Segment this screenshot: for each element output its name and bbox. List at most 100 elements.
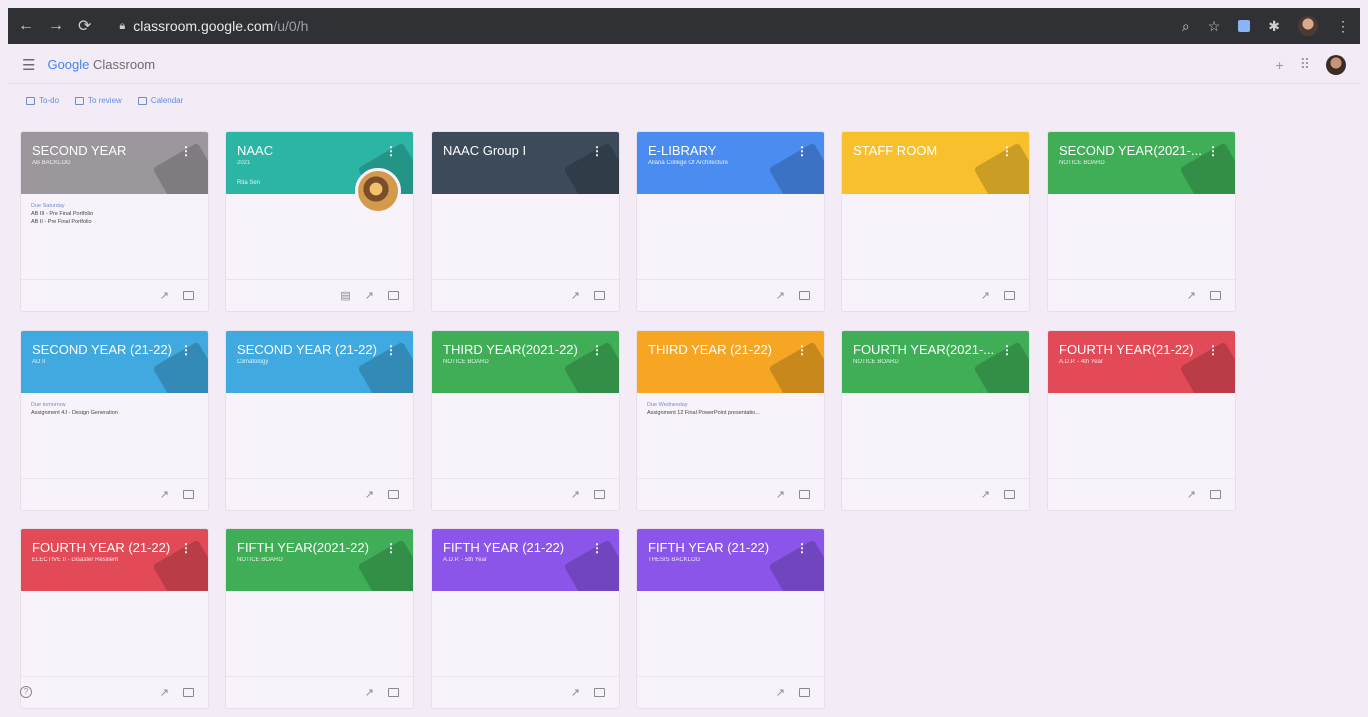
gradebook-trend-icon[interactable]: ↗ [160,289,169,302]
extension-icon[interactable] [1238,20,1251,32]
folder-icon[interactable] [388,490,399,499]
puzzle-extensions-icon[interactable]: ✱ [1268,18,1280,35]
folder-icon[interactable] [183,490,194,499]
class-title[interactable]: FOURTH YEAR (21-22) [32,540,182,555]
gradebook-trend-icon[interactable]: ↗ [365,488,374,501]
card-options-icon[interactable]: ⋮ [1207,144,1219,158]
class-title[interactable]: THIRD YEAR (21-22) [648,342,798,357]
gradebook-trend-icon[interactable]: ↗ [571,686,580,699]
class-title[interactable]: SECOND YEAR [32,143,182,158]
card-options-icon[interactable]: ⋮ [591,541,603,555]
class-title[interactable]: FIFTH YEAR(2021-22) [237,540,387,555]
card-options-icon[interactable]: ⋮ [385,144,397,158]
card-options-icon[interactable]: ⋮ [591,343,603,357]
class-title[interactable]: FOURTH YEAR(21-22) [1059,342,1209,357]
gradebook-trend-icon[interactable]: ↗ [160,488,169,501]
class-card-header[interactable]: THIRD YEAR(2021-22) NOTICE BOARD ⋮ [432,331,619,393]
folder-icon[interactable] [1210,291,1221,300]
folder-icon[interactable] [388,688,399,697]
folder-icon[interactable] [183,291,194,300]
class-card[interactable]: FIFTH YEAR (21-22) THESIS BACKLOG ⋮ ↗ [636,528,825,709]
gradebook-trend-icon[interactable]: ↗ [981,488,990,501]
folder-icon[interactable] [594,688,605,697]
card-options-icon[interactable]: ⋮ [1207,343,1219,357]
class-title[interactable]: SECOND YEAR (21-22) [32,342,182,357]
browser-profile-avatar[interactable] [1298,16,1318,36]
gradebook-trend-icon[interactable]: ↗ [160,686,169,699]
address-bar[interactable]: classroom.google.com/u/0/h [133,18,308,34]
class-title[interactable]: SECOND YEAR(2021-... [1059,143,1209,158]
card-options-icon[interactable]: ⋮ [796,343,808,357]
gradebook-trend-icon[interactable]: ↗ [365,289,374,302]
class-card-header[interactable]: FOURTH YEAR(2021-... NOTICE BOARD ⋮ [842,331,1029,393]
folder-icon[interactable] [594,490,605,499]
class-card[interactable]: FIFTH YEAR(2021-22) NOTICE BOARD ⋮ ↗ [225,528,414,709]
class-card[interactable]: STAFF ROOM ⋮ ↗ [841,131,1030,312]
back-icon[interactable]: ← [18,17,34,35]
help-icon[interactable]: ? [20,686,32,698]
card-options-icon[interactable]: ⋮ [591,144,603,158]
class-title[interactable]: FIFTH YEAR (21-22) [443,540,593,555]
class-card-header[interactable]: SECOND YEAR AB BACKLOG ⋮ [21,132,208,194]
class-title[interactable]: THIRD YEAR(2021-22) [443,342,593,357]
class-card[interactable]: FOURTH YEAR(21-22) A.D.P. - 4th Year ⋮ ↗ [1047,330,1236,511]
class-card[interactable]: SECOND YEAR (21-22) Climatology ⋮ ↗ [225,330,414,511]
card-options-icon[interactable]: ⋮ [385,541,397,555]
assignment-link[interactable]: AB III - Pre Final Portfolio [31,210,201,218]
assignment-link[interactable]: AB II - Pre Final Portfolio [31,218,201,226]
bookmark-star-icon[interactable]: ☆ [1208,18,1221,35]
class-card[interactable]: FIFTH YEAR (21-22) A.D.P. - 5th Year ⋮ ↗ [431,528,620,709]
class-title[interactable]: STAFF ROOM [853,143,1003,158]
class-card[interactable]: FOURTH YEAR (21-22) ELECTIVE II - Disaste… [20,528,209,709]
class-card[interactable]: SECOND YEAR AB BACKLOG ⋮ Due Saturday AB III… [20,131,209,312]
folder-icon[interactable] [388,291,399,300]
card-options-icon[interactable]: ⋮ [796,144,808,158]
class-card-header[interactable]: THIRD YEAR (21-22) ⋮ [637,331,824,393]
gradebook-trend-icon[interactable]: ↗ [981,289,990,302]
assignment-icon[interactable]: ▤ [340,289,350,302]
gradebook-trend-icon[interactable]: ↗ [776,686,785,699]
calendar-link[interactable]: Calendar [137,96,183,105]
class-card-header[interactable]: FIFTH YEAR (21-22) THESIS BACKLOG ⋮ [637,529,824,591]
class-card[interactable]: E-LIBRARY Allana College Of Architecture ⋮… [636,131,825,312]
account-avatar[interactable] [1326,54,1346,75]
class-card-header[interactable]: E-LIBRARY Allana College Of Architecture ⋮ [637,132,824,194]
card-options-icon[interactable]: ⋮ [796,541,808,555]
class-title[interactable]: FOURTH YEAR(2021-... [853,342,1003,357]
class-card-header[interactable]: SECOND YEAR (21-22) Climatology ⋮ [226,331,413,393]
class-card-header[interactable]: SECOND YEAR (21-22) AD II ⋮ [21,331,208,393]
hamburger-menu-icon[interactable]: ☰ [22,56,35,74]
folder-icon[interactable] [1004,291,1015,300]
gradebook-trend-icon[interactable]: ↗ [571,289,580,302]
classroom-logo[interactable]: Google Classroom [47,57,155,72]
class-card[interactable]: SECOND YEAR(2021-... NOTICE BOARD ⋮ ↗ [1047,131,1236,312]
to-review-link[interactable]: To review [75,96,122,105]
folder-icon[interactable] [799,291,810,300]
folder-icon[interactable] [1004,490,1015,499]
assignment-link[interactable]: Assignment 12 Final PowerPoint presentat… [647,409,817,417]
gradebook-trend-icon[interactable]: ↗ [1187,488,1196,501]
forward-icon[interactable]: → [48,17,64,35]
gradebook-trend-icon[interactable]: ↗ [776,488,785,501]
folder-icon[interactable] [799,688,810,697]
class-card[interactable]: THIRD YEAR(2021-22) NOTICE BOARD ⋮ ↗ [431,330,620,511]
card-options-icon[interactable]: ⋮ [1001,343,1013,357]
class-card[interactable]: FOURTH YEAR(2021-... NOTICE BOARD ⋮ ↗ [841,330,1030,511]
apps-grid-icon[interactable]: ⠿ [1300,56,1310,73]
card-options-icon[interactable]: ⋮ [180,343,192,357]
class-title[interactable]: E-LIBRARY [648,143,798,158]
card-options-icon[interactable]: ⋮ [1001,144,1013,158]
class-title[interactable]: NAAC [237,143,387,158]
class-title[interactable]: SECOND YEAR (21-22) [237,342,387,357]
folder-icon[interactable] [183,688,194,697]
folder-icon[interactable] [1210,490,1221,499]
assignment-link[interactable]: Assignment 4J - Design Generation [31,409,201,417]
class-card-header[interactable]: FIFTH YEAR(2021-22) NOTICE BOARD ⋮ [226,529,413,591]
class-card-header[interactable]: FOURTH YEAR(21-22) A.D.P. - 4th Year ⋮ [1048,331,1235,393]
folder-icon[interactable] [594,291,605,300]
class-title[interactable]: FIFTH YEAR (21-22) [648,540,798,555]
class-card[interactable]: NAAC 2021 Rita Sen ⋮ ▤ ↗ [225,131,414,312]
gradebook-trend-icon[interactable]: ↗ [365,686,374,699]
reload-icon[interactable]: ⟳ [78,16,91,36]
gradebook-trend-icon[interactable]: ↗ [776,289,785,302]
